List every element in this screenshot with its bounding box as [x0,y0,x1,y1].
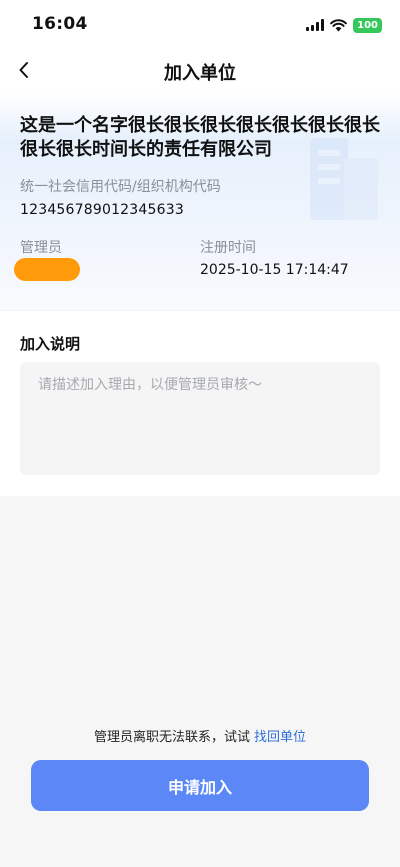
page-title: 加入单位 [164,63,236,84]
recover-unit-link[interactable]: 找回单位 [254,730,306,745]
nav-bar: 加入单位 [0,50,400,92]
battery-icon: 100 [353,17,382,33]
credit-code-value: 123456789012345633 [20,202,184,218]
join-reason-card: 加入说明 [0,311,400,496]
credit-code-label: 统一社会信用代码/组织机构代码 [20,179,221,195]
status-bar: 16:04 100 [0,0,400,50]
join-reason-input[interactable] [20,362,380,475]
status-time: 16:04 [32,14,88,34]
admin-name-redacted [14,258,80,281]
admin-label: 管理员 [20,240,62,256]
status-icons: 100 [306,16,382,34]
register-time-label: 注册时间 [200,240,256,256]
company-name: 这是一个名字很长很长很长很长很长很长很长很长很长时间长的责任有限公司 [20,115,380,160]
recover-hint: 管理员离职无法联系，试试 找回单位 [0,726,400,745]
wifi-icon [330,18,348,31]
apply-join-button[interactable]: 申请加入 [31,760,369,811]
signal-icon [306,19,325,31]
register-time-value: 2025-10-15 17:14:47 [200,262,349,278]
join-reason-title: 加入说明 [20,335,81,353]
recover-hint-text: 管理员离职无法联系，试试 [93,730,250,745]
